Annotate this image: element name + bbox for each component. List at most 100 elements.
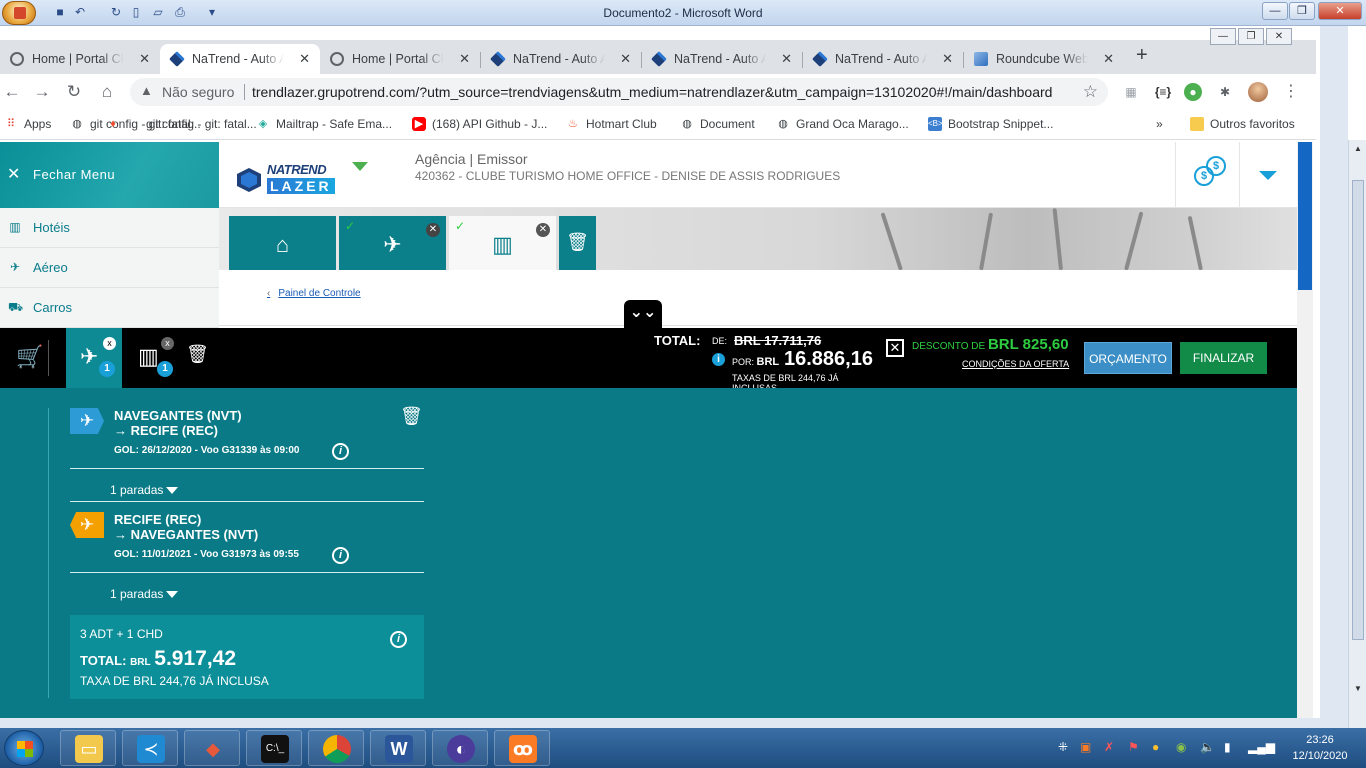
close-icon[interactable]: ✕	[886, 339, 904, 357]
bookmark-item[interactable]: <B> Bootstrap Snippet...	[928, 117, 1053, 131]
close-tab-icon[interactable]: ✕	[139, 44, 150, 74]
back-icon[interactable]: ←	[2, 82, 22, 102]
address-bar[interactable]: ▲ Não seguro trendlazer.grupotrend.com/?…	[130, 78, 1108, 106]
tab-flight[interactable]: ✓ ✕ ✈	[339, 216, 446, 270]
stops-toggle[interactable]: 1 paradas	[110, 483, 179, 498]
remove-icon[interactable]: x	[161, 337, 174, 350]
taskbar-sourcetree[interactable]: ◆	[184, 730, 240, 766]
leaf-extension-icon[interactable]: ●	[1184, 83, 1202, 101]
network-icon[interactable]: ▂▄▆	[1248, 740, 1275, 754]
new-tab-button[interactable]: +	[1136, 44, 1148, 67]
tray-icon[interactable]: ⁜	[1058, 740, 1068, 754]
browser-close-button[interactable]: ✕	[1266, 28, 1292, 45]
collapse-chevron-icon[interactable]: ⌄⌄	[624, 300, 662, 330]
info-icon[interactable]: i	[332, 547, 349, 564]
cart-tab-trash[interactable]: 🗑	[178, 328, 214, 388]
remove-icon[interactable]: x	[103, 337, 116, 350]
url-text[interactable]: trendlazer.grupotrend.com/?utm_source=tr…	[252, 84, 1052, 100]
scroll-down-icon[interactable]: ▼	[1352, 684, 1364, 696]
start-button[interactable]	[4, 730, 44, 766]
word-scrollbar[interactable]: ▲ ▼	[1348, 140, 1366, 728]
offer-conditions-link[interactable]: CONDIÇÕES DA OFERTA	[962, 359, 1069, 369]
sidebar-item-hotels[interactable]: ▥ Hotéis	[0, 208, 219, 248]
system-clock[interactable]: 23:26 12/10/2020	[1280, 732, 1360, 764]
breadcrumb-link[interactable]: ‹ Painel de Controle	[267, 288, 361, 299]
more-menu-icon[interactable]: ⋮	[1282, 83, 1300, 101]
trash-icon[interactable]: 🗑	[400, 406, 423, 427]
bookmark-star-icon[interactable]: ☆	[1083, 82, 1098, 102]
security-label[interactable]: Não seguro	[162, 84, 234, 100]
info-icon[interactable]: i	[390, 631, 407, 648]
chevron-down-icon[interactable]	[1259, 171, 1277, 180]
json-extension-icon[interactable]: {≡}	[1154, 83, 1172, 101]
home-icon[interactable]: ⌂	[97, 82, 117, 102]
close-tab-icon[interactable]: ✕	[781, 44, 792, 74]
battery-icon[interactable]: ▮	[1224, 740, 1231, 754]
info-icon[interactable]: i	[332, 443, 349, 460]
tray-icon[interactable]: ●	[1152, 740, 1159, 754]
word-minimize-button[interactable]: —	[1262, 2, 1288, 20]
close-menu-button[interactable]: ✕ Fechar Menu	[0, 142, 219, 208]
taskbar-chrome[interactable]	[308, 730, 364, 766]
other-bookmarks-folder[interactable]: Outros favoritos	[1190, 117, 1295, 131]
taskbar-vscode[interactable]: ≺	[122, 730, 178, 766]
tab-trash[interactable]: 🗑	[559, 216, 596, 270]
close-tab-icon[interactable]: ✕	[1103, 44, 1114, 74]
page-scrollbar[interactable]	[1297, 142, 1313, 718]
browser-tab[interactable]: NaTrend - Auto Atendimento✕	[642, 44, 802, 74]
close-tab-icon[interactable]: ✕	[620, 44, 631, 74]
browser-tab[interactable]: NaTrend - Auto Atendimento✕	[803, 44, 963, 74]
tray-icon[interactable]: ◉	[1176, 740, 1186, 754]
cart-tab-flight[interactable]: ✈ x 1	[66, 328, 122, 388]
cart-tab-hotel[interactable]: ▥ x 1	[124, 328, 180, 388]
close-tab-icon[interactable]: ✕	[299, 44, 310, 74]
puzzle-icon[interactable]: ✱	[1216, 83, 1234, 101]
close-tab-icon[interactable]: ✕	[942, 44, 953, 74]
sidebar-item-cars[interactable]: ⛟ Carros	[0, 288, 219, 328]
stops-toggle[interactable]: 1 paradas	[110, 587, 179, 602]
sidebar-item-flights[interactable]: ✈ Aéreo	[0, 248, 219, 288]
taskbar-app[interactable]: ◐	[432, 730, 488, 766]
info-icon[interactable]: i	[712, 353, 725, 366]
bookmark-item[interactable]: ◈ Mailtrap - Safe Ema...	[256, 117, 392, 131]
bookmark-apps[interactable]: ⠿ Apps	[4, 117, 51, 131]
browser-tab[interactable]: Home | Portal Clube✕	[320, 44, 480, 74]
browser-minimize-button[interactable]: —	[1210, 28, 1236, 45]
browser-tab[interactable]: NaTrend - Auto Atendimento✕	[481, 44, 641, 74]
quote-button[interactable]: ORÇAMENTO	[1084, 342, 1172, 374]
scrollbar-thumb[interactable]	[1352, 180, 1364, 640]
taskbar-explorer[interactable]: ▭	[60, 730, 116, 766]
word-restore-button[interactable]: ❐	[1289, 2, 1315, 20]
warning-icon[interactable]: ▲	[140, 83, 153, 98]
bookmark-item[interactable]: ▶ (168) API Github - J...	[412, 117, 547, 131]
cart-icon[interactable]: 🛒	[16, 344, 43, 370]
finish-button[interactable]: FINALIZAR	[1180, 342, 1267, 374]
taskbar-terminal[interactable]: C:\_	[246, 730, 302, 766]
reload-icon[interactable]: ↻	[64, 82, 84, 102]
natrend-logo[interactable]: NATREND LAZER	[237, 162, 335, 198]
close-tab-icon[interactable]: ✕	[459, 44, 470, 74]
volume-icon[interactable]: 🔈	[1200, 740, 1215, 754]
xampp-tray-icon[interactable]: ▣	[1080, 740, 1091, 754]
scroll-up-icon[interactable]: ▲	[1352, 144, 1364, 156]
scrollbar-thumb[interactable]	[1298, 142, 1312, 290]
bookmark-item[interactable]: ◍ Document	[680, 117, 755, 131]
bookmarks-more-button[interactable]: »	[1140, 117, 1163, 131]
avatar[interactable]	[1248, 82, 1268, 102]
tray-icon[interactable]: ⚑	[1128, 740, 1139, 754]
tab-hotel[interactable]: ✓ ✕ ▥	[449, 216, 556, 270]
tab-home[interactable]: ⌂	[229, 216, 336, 270]
bookmark-item[interactable]: ♨ Hotmart Club	[566, 117, 657, 131]
chevron-down-icon[interactable]	[352, 162, 368, 171]
bookmark-label-git[interactable]: git config - git: fatal...	[126, 117, 257, 131]
word-close-button[interactable]: ✕	[1318, 2, 1362, 20]
tray-icon[interactable]: ✗	[1104, 740, 1114, 754]
browser-tab[interactable]: Roundcube Webmail✕	[964, 44, 1124, 74]
extension-icon[interactable]: ▦	[1122, 83, 1140, 101]
browser-tab[interactable]: Home | Portal Clube✕	[0, 44, 160, 74]
taskbar-word[interactable]: W	[370, 730, 426, 766]
forward-icon[interactable]: →	[32, 82, 52, 102]
bookmark-item[interactable]: ◍ Grand Oca Marago...	[776, 117, 909, 131]
browser-tab-active[interactable]: NaTrend - Auto Atendimento✕	[160, 44, 320, 74]
taskbar-xampp[interactable]: ꝏ	[494, 730, 550, 766]
